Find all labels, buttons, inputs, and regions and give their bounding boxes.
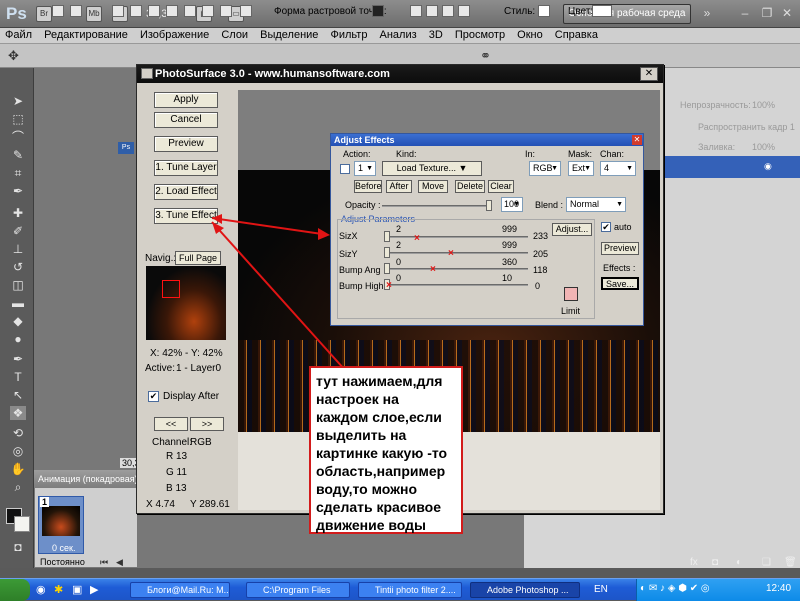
arrow-to-sizx xyxy=(211,217,323,235)
taskbar: ◉ ✱ ▣ ▶ Блоги@Mail.Ru: М... C:\Program F… xyxy=(0,578,800,601)
quicklaunch-media-icon[interactable]: ▶ xyxy=(90,583,98,596)
callout-line: каждом слое,если xyxy=(316,409,442,425)
callout-line: тут нажимаем,для xyxy=(316,373,443,389)
task-program-files[interactable]: C:\Program Files xyxy=(246,582,350,598)
annotation-callout: тут нажимаем,для настроек на каждом слое… xyxy=(309,366,463,534)
tray-icons[interactable]: ◐ ✉ ♪ ◈ ⬢ ✔ ◎ xyxy=(640,583,710,594)
callout-line: воду,то можно xyxy=(316,481,418,497)
callout-line: движение воды xyxy=(316,517,426,533)
callout-line: настроек на xyxy=(316,391,399,407)
quicklaunch-ie-icon[interactable]: ✱ xyxy=(54,583,63,596)
arrowhead-right xyxy=(318,228,330,240)
callout-line: область,например xyxy=(316,463,446,479)
callout-line: выделить на xyxy=(316,427,407,443)
start-button[interactable] xyxy=(0,579,30,601)
task-photoshop[interactable]: Adobe Photoshop ... xyxy=(470,582,580,598)
quicklaunch-desktop-icon[interactable]: ▣ xyxy=(72,583,82,596)
quicklaunch-firefox-icon[interactable]: ◉ xyxy=(36,583,46,596)
callout-line: сделать красивое xyxy=(316,499,441,515)
task-tintii[interactable]: Tintii photo filter 2.... xyxy=(358,582,462,598)
clock: 12:40 xyxy=(766,583,792,594)
arrow-to-callout xyxy=(211,221,346,371)
callout-line: картинке какую -то xyxy=(316,445,448,461)
task-mail-blogs[interactable]: Блоги@Mail.Ru: М... xyxy=(130,582,230,598)
language-indicator[interactable]: EN xyxy=(594,584,608,595)
